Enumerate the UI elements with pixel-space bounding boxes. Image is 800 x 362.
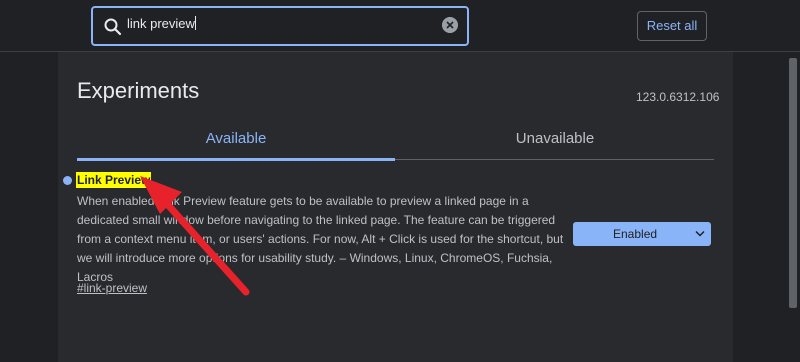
page-title: Experiments [77,78,200,103]
reset-all-button[interactable]: Reset all [637,11,707,41]
search-input-value: link preview [127,16,195,31]
experiment-anchor-link[interactable]: #link-preview [77,281,147,295]
text-caret [194,16,196,30]
tab-available[interactable]: Available [77,130,395,160]
chevron-down-icon [695,230,705,237]
top-bar: link preview Reset all [0,0,800,52]
search-icon [104,18,122,36]
experiment-description: When enabled Link Preview feature gets t… [77,194,564,284]
experiment-state-select[interactable]: Enabled [573,222,711,246]
version-label: 123.0.6312.106 [636,90,720,104]
experiment-modified-dot-icon [63,176,72,185]
scrollbar-thumb[interactable] [789,58,797,308]
experiment-title: Link Preview [76,172,152,188]
tab-unavailable[interactable]: Unavailable [396,130,714,160]
search-input[interactable]: link preview [127,16,427,36]
experiment-state-value: Enabled [613,227,658,241]
tab-active-indicator [77,158,395,161]
clear-search-icon[interactable] [442,17,458,33]
search-box[interactable]: link preview [91,6,469,46]
